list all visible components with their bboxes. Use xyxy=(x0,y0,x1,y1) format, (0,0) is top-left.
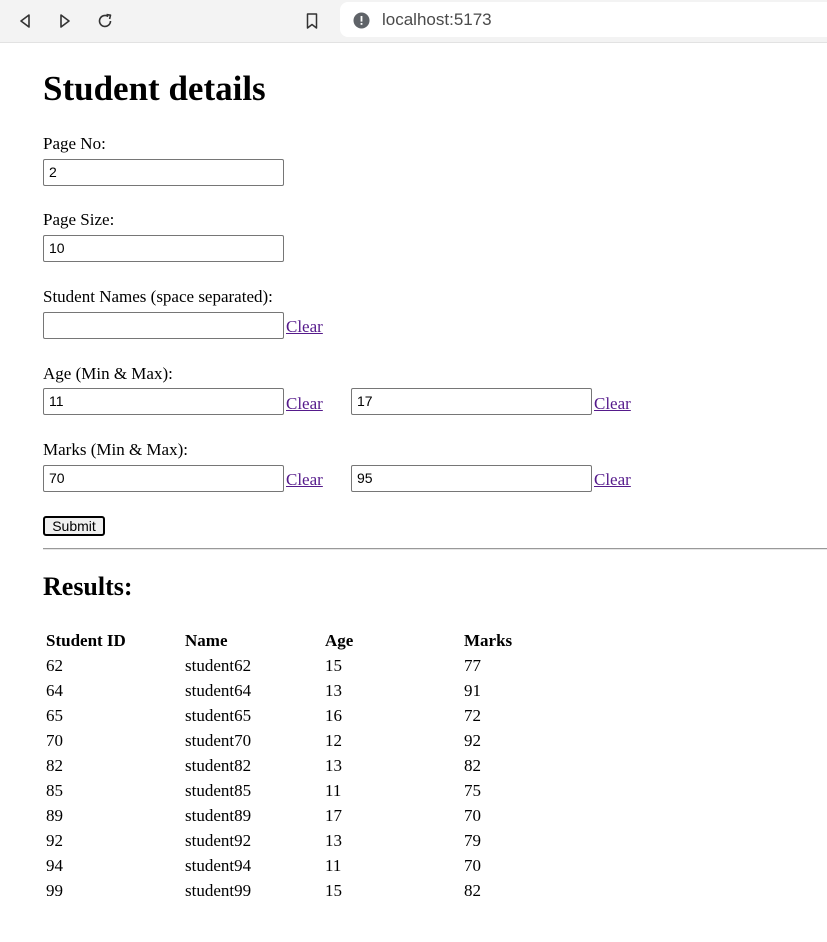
cell-age: 17 xyxy=(325,805,342,825)
results-title: Results: xyxy=(43,572,133,601)
cell-name: student82 xyxy=(185,755,252,775)
header-student-id: Student ID xyxy=(46,630,126,650)
cell-name: student65 xyxy=(185,705,252,725)
cell-marks: 75 xyxy=(464,780,481,800)
cell-marks: 79 xyxy=(464,830,481,850)
cell-age: 11 xyxy=(325,780,342,800)
cell-marks: 82 xyxy=(464,755,481,775)
table-row: 85 student85 11 75 xyxy=(44,778,544,803)
cell-student-id: 64 xyxy=(46,680,63,700)
cell-name: student92 xyxy=(185,830,252,850)
cell-name: student89 xyxy=(185,805,252,825)
cell-student-id: 65 xyxy=(46,705,63,725)
table-header-row: Student ID Name Age Marks xyxy=(44,628,544,653)
cell-age: 15 xyxy=(325,655,342,675)
cell-name: student85 xyxy=(185,780,252,800)
table-row: 99 student99 15 82 xyxy=(44,878,544,903)
forward-icon[interactable] xyxy=(52,8,78,34)
table-row: 62 student62 15 77 xyxy=(44,653,544,678)
age-max-clear-link[interactable]: Clear xyxy=(594,394,631,414)
cell-name: student94 xyxy=(185,855,252,875)
divider xyxy=(43,548,827,550)
page-title: Student details xyxy=(43,69,266,108)
marks-label: Marks (Min & Max): xyxy=(43,440,188,459)
cell-marks: 70 xyxy=(464,855,481,875)
cell-student-id: 82 xyxy=(46,755,63,775)
table-row: 89 student89 17 70 xyxy=(44,803,544,828)
marks-max-input[interactable]: 95 xyxy=(351,465,592,492)
cell-marks: 91 xyxy=(464,680,481,700)
student-names-input[interactable] xyxy=(43,312,284,339)
page-no-input[interactable]: 2 xyxy=(43,159,284,186)
age-max-input[interactable]: 17 xyxy=(351,388,592,415)
header-name: Name xyxy=(185,630,228,650)
cell-student-id: 62 xyxy=(46,655,63,675)
cell-student-id: 70 xyxy=(46,730,63,750)
page-size-label: Page Size: xyxy=(43,210,115,229)
browser-toolbar: localhost:5173 xyxy=(0,0,827,43)
cell-age: 15 xyxy=(325,880,342,900)
cell-age: 13 xyxy=(325,680,342,700)
submit-button[interactable]: Submit xyxy=(43,516,105,536)
cell-marks: 70 xyxy=(464,805,481,825)
page-size-input[interactable]: 10 xyxy=(43,235,284,262)
reload-icon[interactable] xyxy=(92,8,118,34)
info-icon[interactable] xyxy=(353,12,370,34)
cell-marks: 72 xyxy=(464,705,481,725)
cell-student-id: 89 xyxy=(46,805,63,825)
header-marks: Marks xyxy=(464,630,513,650)
age-label: Age (Min & Max): xyxy=(43,364,173,383)
cell-name: student62 xyxy=(185,655,252,675)
table-row: 92 student92 13 79 xyxy=(44,828,544,853)
cell-name: student64 xyxy=(185,680,252,700)
bookmark-icon[interactable] xyxy=(299,8,325,34)
page-no-label: Page No: xyxy=(43,134,106,153)
table-row: 64 student64 13 91 xyxy=(44,678,544,703)
student-names-clear-link[interactable]: Clear xyxy=(286,317,323,337)
cell-marks: 82 xyxy=(464,880,481,900)
marks-min-clear-link[interactable]: Clear xyxy=(286,470,323,490)
cell-marks: 77 xyxy=(464,655,481,675)
table-row: 94 student94 11 70 xyxy=(44,853,544,878)
cell-age: 11 xyxy=(325,855,342,875)
marks-min-input[interactable]: 70 xyxy=(43,465,284,492)
cell-age: 13 xyxy=(325,830,342,850)
url-text: localhost:5173 xyxy=(382,10,492,29)
cell-student-id: 92 xyxy=(46,830,63,850)
table-row: 82 student82 13 82 xyxy=(44,753,544,778)
age-min-input[interactable]: 11 xyxy=(43,388,284,415)
back-icon[interactable] xyxy=(12,8,38,34)
student-names-label: Student Names (space separated): xyxy=(43,287,273,306)
results-table: Student ID Name Age Marks 62 student62 15 7… xyxy=(44,628,544,903)
table-row: 70 student70 12 92 xyxy=(44,728,544,753)
header-age: Age xyxy=(325,630,354,650)
cell-age: 16 xyxy=(325,705,342,725)
marks-max-clear-link[interactable]: Clear xyxy=(594,470,631,490)
cell-student-id: 85 xyxy=(46,780,63,800)
cell-name: student70 xyxy=(185,730,252,750)
age-min-clear-link[interactable]: Clear xyxy=(286,394,323,414)
cell-name: student99 xyxy=(185,880,252,900)
cell-age: 13 xyxy=(325,755,342,775)
table-row: 65 student65 16 72 xyxy=(44,703,544,728)
cell-age: 12 xyxy=(325,730,342,750)
address-bar[interactable]: localhost:5173 xyxy=(340,2,827,37)
cell-student-id: 94 xyxy=(46,855,63,875)
cell-student-id: 99 xyxy=(46,880,63,900)
cell-marks: 92 xyxy=(464,730,481,750)
